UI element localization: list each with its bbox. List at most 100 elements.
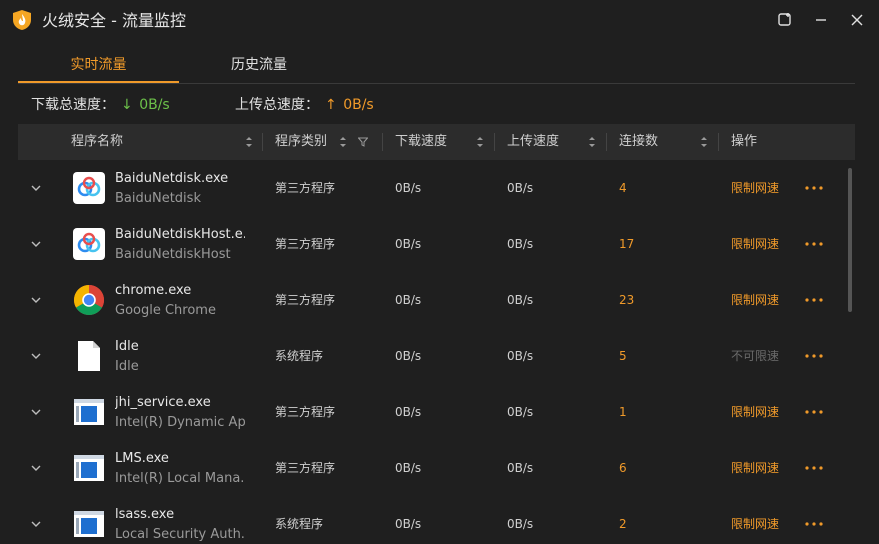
process-description: Idle xyxy=(115,359,139,374)
limit-speed-button[interactable]: 限制网速 xyxy=(731,291,779,309)
download-speed: 0B/s xyxy=(395,181,422,195)
column-header-connections[interactable]: 连接数 xyxy=(619,124,658,160)
column-divider xyxy=(382,133,383,151)
column-header-type[interactable]: 程序类别 xyxy=(275,124,327,160)
upload-speed: 0B/s xyxy=(507,293,534,307)
process-type: 第三方程序 xyxy=(275,181,336,195)
upload-speed: 0B/s xyxy=(507,461,534,475)
download-speed: 0B/s xyxy=(395,237,422,251)
window-app-icon xyxy=(74,455,104,481)
upload-speed: 0B/s xyxy=(507,517,534,531)
upload-total-value: 0B/s xyxy=(343,97,374,113)
sort-icon[interactable] xyxy=(700,136,708,148)
baidu-netdisk-icon xyxy=(73,172,105,204)
connection-count: 6 xyxy=(619,461,627,475)
download-total-value: 0B/s xyxy=(139,97,170,113)
upload-speed: 0B/s xyxy=(507,349,534,363)
column-divider xyxy=(494,133,495,151)
table-header: 程序名称 程序类别 下载速度 上传速度 连接数 操作 xyxy=(18,124,855,160)
process-name: chrome.exe xyxy=(115,283,192,298)
title-bar: 火绒安全 - 流量监控 xyxy=(0,0,879,40)
more-options-icon[interactable] xyxy=(805,298,823,302)
upload-speed: 0B/s xyxy=(507,405,534,419)
process-table: BaiduNetdisk.exe BaiduNetdisk 第三方程序 0B/s… xyxy=(18,160,855,544)
blank-file-icon xyxy=(78,341,100,371)
column-header-download[interactable]: 下载速度 xyxy=(395,124,447,160)
process-type: 第三方程序 xyxy=(275,461,336,475)
column-header-action: 操作 xyxy=(731,134,758,149)
table-row[interactable]: BaiduNetdiskHost.e... BaiduNetdiskHost 第… xyxy=(18,216,855,272)
table-row[interactable]: Idle Idle 系统程序 0B/s 0B/s 5 不可限速 xyxy=(18,328,855,384)
column-header-name[interactable]: 程序名称 xyxy=(71,124,123,160)
limit-speed-button[interactable]: 限制网速 xyxy=(731,515,779,533)
pin-button[interactable] xyxy=(775,10,795,30)
download-total-label: 下载总速度： xyxy=(31,97,115,113)
table-row[interactable]: chrome.exe Google Chrome 第三方程序 0B/s 0B/s… xyxy=(18,272,855,328)
sort-icon[interactable] xyxy=(476,136,484,148)
more-options-icon[interactable] xyxy=(805,186,823,190)
filter-icon[interactable] xyxy=(358,137,368,147)
window-app-icon xyxy=(74,399,104,425)
process-type: 系统程序 xyxy=(275,517,324,531)
table-row[interactable]: BaiduNetdisk.exe BaiduNetdisk 第三方程序 0B/s… xyxy=(18,160,855,216)
tab-realtime-traffic[interactable]: 实时流量 xyxy=(18,50,179,83)
process-description: BaiduNetdiskHost xyxy=(115,247,231,262)
more-options-icon[interactable] xyxy=(805,354,823,358)
connection-count: 23 xyxy=(619,293,635,307)
table-row[interactable]: lsass.exe Local Security Auth... 系统程序 0B… xyxy=(18,496,855,544)
process-name: LMS.exe xyxy=(115,451,169,466)
download-speed: 0B/s xyxy=(395,349,422,363)
download-arrow-icon: ↓ xyxy=(121,97,133,113)
limit-speed-button[interactable]: 限制网速 xyxy=(731,459,779,477)
chevron-down-icon[interactable] xyxy=(30,182,42,194)
upload-arrow-icon: ↑ xyxy=(325,97,337,113)
tab-history-traffic[interactable]: 历史流量 xyxy=(179,50,339,83)
upload-total-speed: 上传总速度： ↑ 0B/s xyxy=(235,95,374,115)
close-icon xyxy=(851,14,863,26)
download-total-speed: 下载总速度： ↓ 0B/s xyxy=(31,95,170,115)
more-options-icon[interactable] xyxy=(805,242,823,246)
pin-window-icon xyxy=(778,13,791,26)
column-header-upload[interactable]: 上传速度 xyxy=(507,124,559,160)
limit-speed-button[interactable]: 限制网速 xyxy=(731,235,779,253)
sort-icon[interactable] xyxy=(245,136,253,148)
chevron-down-icon[interactable] xyxy=(30,518,42,530)
close-button[interactable] xyxy=(847,10,867,30)
limit-speed-button[interactable]: 限制网速 xyxy=(731,179,779,197)
process-name: jhi_service.exe xyxy=(115,395,211,410)
connection-count: 2 xyxy=(619,517,627,531)
huorong-logo-icon xyxy=(13,10,31,30)
download-speed: 0B/s xyxy=(395,461,422,475)
column-divider xyxy=(606,133,607,151)
upload-speed: 0B/s xyxy=(507,237,534,251)
more-options-icon[interactable] xyxy=(805,410,823,414)
download-speed: 0B/s xyxy=(395,517,422,531)
chevron-down-icon[interactable] xyxy=(30,406,42,418)
table-row[interactable]: LMS.exe Intel(R) Local Mana... 第三方程序 0B/… xyxy=(18,440,855,496)
process-name: BaiduNetdisk.exe xyxy=(115,171,229,186)
minimize-button[interactable] xyxy=(811,10,831,30)
sort-icon[interactable] xyxy=(588,136,596,148)
process-description: Intel(R) Local Mana... xyxy=(115,471,245,486)
sort-icon[interactable] xyxy=(339,136,347,148)
minimize-icon xyxy=(816,19,826,21)
chevron-down-icon[interactable] xyxy=(30,294,42,306)
process-description: Google Chrome xyxy=(115,303,216,318)
process-type: 第三方程序 xyxy=(275,405,336,419)
download-speed: 0B/s xyxy=(395,293,422,307)
process-name: BaiduNetdiskHost.e... xyxy=(115,227,245,242)
table-row[interactable]: jhi_service.exe Intel(R) Dynamic Ap... 第… xyxy=(18,384,855,440)
upload-total-label: 上传总速度： xyxy=(235,97,319,113)
connection-count: 1 xyxy=(619,405,627,419)
chevron-down-icon[interactable] xyxy=(30,350,42,362)
vertical-scrollbar[interactable] xyxy=(848,168,852,312)
process-name: Idle xyxy=(115,339,139,354)
process-description: Local Security Auth... xyxy=(115,527,245,542)
chevron-down-icon[interactable] xyxy=(30,462,42,474)
limit-speed-disabled: 不可限速 xyxy=(731,349,780,363)
chevron-down-icon[interactable] xyxy=(30,238,42,250)
limit-speed-button[interactable]: 限制网速 xyxy=(731,403,779,421)
more-options-icon[interactable] xyxy=(805,522,823,526)
more-options-icon[interactable] xyxy=(805,466,823,470)
window-title: 火绒安全 - 流量监控 xyxy=(42,11,186,30)
